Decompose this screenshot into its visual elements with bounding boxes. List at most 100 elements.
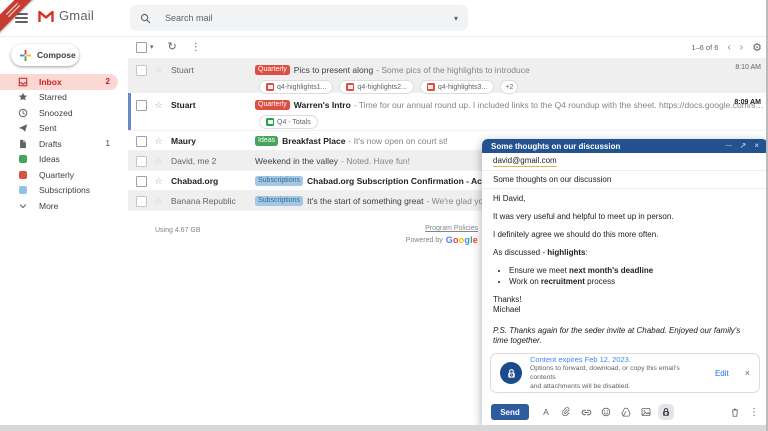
program-policies-link[interactable]: Program Policies <box>425 225 478 232</box>
row-checkbox[interactable] <box>136 136 147 147</box>
formatting-options-icon[interactable]: A <box>540 406 552 418</box>
email-subject: Weekend in the valley <box>255 156 338 166</box>
insert-photo-icon[interactable] <box>640 406 652 418</box>
sidebar-item-ideas[interactable]: Ideas <box>0 152 118 168</box>
body-postscript: P.S. Thanks again for the seder invite a… <box>493 326 757 346</box>
search-bar[interactable]: Search mail ▾ <box>130 5 468 31</box>
sidebar-item-snoozed[interactable]: Snoozed <box>0 105 118 121</box>
body-paragraph: As discussed - highlights: <box>493 248 757 258</box>
expiry-date-text: Content expires Feb 12, 2023. <box>530 355 699 364</box>
search-options-caret-icon[interactable]: ▾ <box>454 14 458 23</box>
message-body[interactable]: Hi David, It was very useful and helpful… <box>482 189 768 346</box>
expiry-details-text: Options to forward, download, or copy th… <box>530 364 699 392</box>
row-checkbox[interactable] <box>136 176 147 187</box>
body-paragraph: It was very useful and helpful to meet u… <box>493 212 757 222</box>
sidebar-item-starred[interactable]: Starred <box>0 90 118 106</box>
recipients-row[interactable]: david@gmail.com <box>482 153 768 171</box>
email-sender: David, me 2 <box>171 156 255 166</box>
star-icon[interactable]: ☆ <box>153 136 164 147</box>
close-icon[interactable]: × <box>754 142 759 150</box>
search-input[interactable]: Search mail <box>165 13 454 23</box>
label-icon-green <box>17 154 28 165</box>
star-icon[interactable]: ☆ <box>153 65 164 76</box>
older-page-icon[interactable]: › <box>740 42 743 53</box>
clock-icon <box>17 107 28 118</box>
send-button[interactable]: Send <box>491 404 529 420</box>
email-time: 8:10 AM <box>735 64 761 71</box>
sidebar-item-inbox[interactable]: Inbox 2 <box>0 74 118 90</box>
confidential-lock-clock-icon <box>500 362 522 384</box>
pagination-label: 1–6 of 6 <box>691 43 718 52</box>
sidebar-item-label: More <box>39 201 58 211</box>
attachment-chip[interactable]: q4-highlights3... <box>420 80 494 94</box>
email-time: 8:09 AM <box>734 99 761 106</box>
body-bullet: Ensure we meet next month's deadline <box>509 266 757 276</box>
email-snippet: - Some pics of the highlights to introdu… <box>376 65 530 75</box>
sidebar-item-sent[interactable]: Sent <box>0 121 118 137</box>
insert-emoji-icon[interactable] <box>600 406 612 418</box>
send-icon <box>17 123 28 134</box>
compose-button[interactable]: Compose <box>11 44 79 66</box>
sidebar-item-label: Inbox <box>39 77 62 87</box>
sidebar-item-subscriptions[interactable]: Subscriptions <box>0 183 118 199</box>
label-icon-red <box>17 169 28 180</box>
email-sender: Stuart <box>171 100 255 110</box>
attachment-chip[interactable]: Q4 - Totals <box>259 115 318 129</box>
more-options-icon[interactable]: ⋮ <box>191 42 201 53</box>
label-badge-quarterly: Quarterly <box>255 65 290 75</box>
recipient-address[interactable]: david@gmail.com <box>493 156 557 167</box>
minimize-icon[interactable]: — <box>726 143 732 149</box>
body-paragraph: Thanks! <box>493 295 757 305</box>
newer-page-icon[interactable]: ‹ <box>727 42 730 53</box>
subject-row[interactable]: Some thoughts on our discussion <box>482 171 768 189</box>
image-file-icon <box>266 83 274 91</box>
confidential-mode-notice: Content expires Feb 12, 2023. Options to… <box>490 353 760 393</box>
refresh-icon[interactable]: ↻ <box>168 42 177 53</box>
body-paragraph: Michael <box>493 305 757 315</box>
sidebar-item-label: Ideas <box>39 154 60 164</box>
window-bottom-edge <box>0 425 768 431</box>
email-row[interactable]: ☆ Stuart Quarterly Warren's Intro - Time… <box>128 93 768 131</box>
star-icon[interactable]: ☆ <box>153 156 164 167</box>
select-all-checkbox[interactable] <box>136 42 147 53</box>
body-paragraph: I definitely agree we should do this mor… <box>493 230 757 240</box>
edit-expiry-link[interactable]: Edit <box>715 369 729 378</box>
row-checkbox[interactable] <box>136 196 147 207</box>
discard-draft-trash-icon[interactable] <box>730 407 740 418</box>
sidebar-item-drafts[interactable]: Drafts 1 <box>0 136 118 152</box>
google-drive-icon[interactable] <box>620 406 632 418</box>
email-snippet: - Time for our annual round up. I includ… <box>354 100 768 110</box>
label-badge-subscriptions: Subscriptions <box>255 196 303 206</box>
sidebar-item-label: Drafts <box>39 139 62 149</box>
more-attachments-chip[interactable]: +2 <box>500 80 518 94</box>
sidebar-item-quarterly[interactable]: Quarterly <box>0 167 118 183</box>
inbox-unread-count: 2 <box>106 77 110 86</box>
insert-link-icon[interactable] <box>580 406 592 418</box>
sidebar-nav: Inbox 2 Starred Snoozed Sent <box>0 74 128 214</box>
attach-file-icon[interactable] <box>560 406 572 418</box>
star-icon[interactable]: ☆ <box>153 100 164 111</box>
more-send-options-icon[interactable]: ⋮ <box>749 407 759 418</box>
row-checkbox[interactable] <box>136 65 147 76</box>
search-icon <box>140 13 151 24</box>
star-icon[interactable]: ☆ <box>153 196 164 207</box>
subject-input[interactable]: Some thoughts on our discussion <box>493 175 611 184</box>
image-file-icon <box>346 83 354 91</box>
compose-header[interactable]: Some thoughts on our discussion — ↗ × <box>482 139 768 153</box>
star-icon[interactable]: ☆ <box>153 176 164 187</box>
label-badge-ideas: Ideas <box>255 136 278 146</box>
select-caret-icon[interactable]: ▾ <box>150 43 154 51</box>
confidential-mode-icon[interactable] <box>660 406 672 418</box>
row-checkbox[interactable] <box>136 156 147 167</box>
attachment-chip[interactable]: q4-highlights2... <box>339 80 413 94</box>
sidebar-item-more[interactable]: More <box>0 198 118 214</box>
dismiss-notice-icon[interactable]: × <box>745 368 750 378</box>
attachment-chip[interactable]: q4-highlights1... <box>259 80 333 94</box>
popout-icon[interactable]: ↗ <box>740 142 747 150</box>
gmail-logo[interactable]: Gmail <box>38 8 94 23</box>
email-row[interactable]: ☆ Stuart Quarterly Pics to present along… <box>128 58 768 93</box>
spreadsheet-file-icon <box>266 118 274 126</box>
row-checkbox[interactable] <box>136 100 147 111</box>
body-bullet: Work on recruitment process <box>509 277 757 287</box>
settings-gear-icon[interactable]: ⚙ <box>752 41 762 54</box>
